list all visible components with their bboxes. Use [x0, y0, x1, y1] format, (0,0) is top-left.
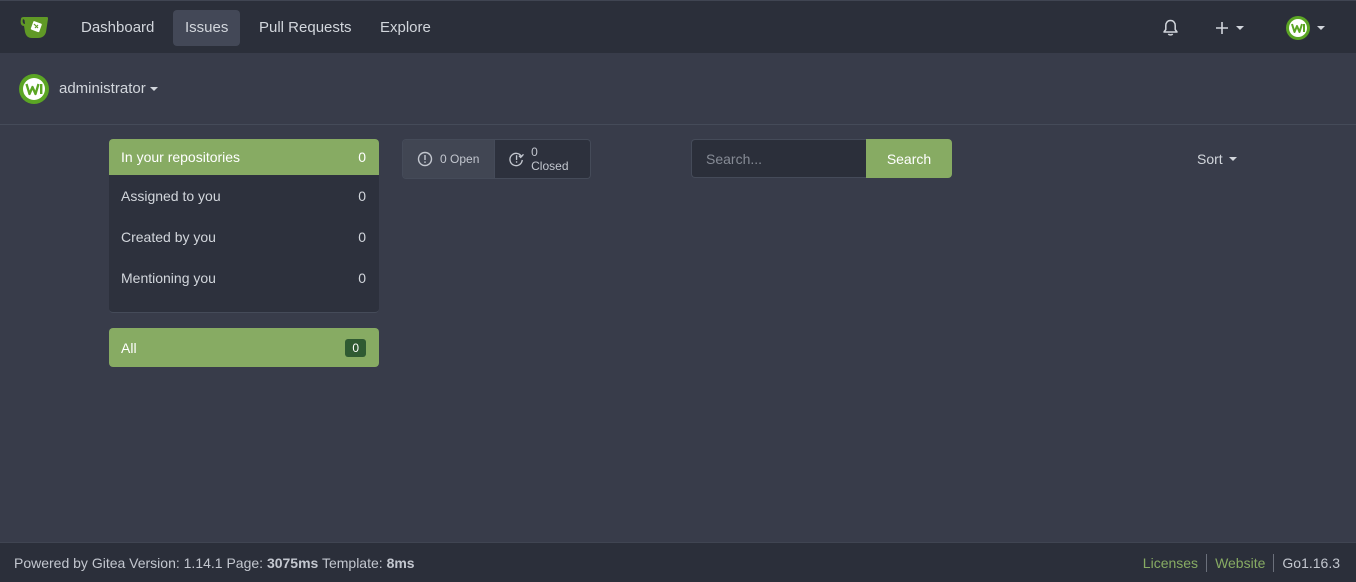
filter-label: In your repositories — [121, 149, 241, 165]
issue-closed-icon — [509, 152, 524, 167]
sort-label: Sort — [1197, 151, 1223, 167]
chevron-down-icon — [1236, 26, 1244, 30]
filter-label: Assigned to you — [121, 187, 221, 204]
open-issues-button[interactable]: 0 Open — [403, 140, 494, 178]
sort-dropdown[interactable]: Sort — [1197, 151, 1237, 167]
filter-count: 0 — [358, 269, 366, 286]
footer-version-info: Powered by Gitea Version: 1.14.1 Page: 3… — [14, 555, 415, 571]
nav-pull-requests[interactable]: Pull Requests — [247, 10, 364, 46]
footer-page-time: 3075ms — [266, 554, 319, 571]
gitea-logo-icon[interactable] — [20, 14, 50, 40]
create-new-menu[interactable] — [1215, 15, 1244, 41]
filter-count: 0 — [358, 187, 366, 204]
closed-issues-button[interactable]: 0 Closed — [494, 140, 590, 178]
filter-label: Created by you — [121, 228, 216, 245]
filter-label: All — [121, 339, 137, 356]
footer-powered-text: Powered by Gitea Version: 1.14.1 Page: — [14, 554, 267, 571]
footer-links: Licenses Website Go1.16.3 — [1143, 553, 1340, 572]
username-label: administrator — [59, 80, 146, 97]
chevron-down-icon — [1317, 26, 1325, 30]
issue-state-toggle: 0 Open 0 Closed — [402, 139, 591, 179]
context-user-bar: administrator — [0, 53, 1356, 125]
notifications-bell-icon[interactable] — [1162, 15, 1179, 41]
footer-template-text: Template: — [318, 554, 387, 571]
count-badge: 0 — [345, 338, 366, 357]
filter-all-repositories[interactable]: All 0 — [109, 328, 379, 367]
closed-count-label: 0 Closed — [531, 145, 569, 173]
filter-mentioning-you[interactable]: Mentioning you 0 — [109, 257, 379, 298]
top-navbar: Dashboard Issues Pull Requests Explore — [0, 0, 1356, 53]
nav-dashboard[interactable]: Dashboard — [69, 10, 166, 46]
search-button[interactable]: Search — [866, 139, 952, 178]
search-input[interactable] — [691, 139, 867, 178]
divider — [1206, 553, 1208, 572]
chevron-down-icon — [1228, 157, 1237, 161]
avatar — [1286, 16, 1310, 40]
context-user-switcher[interactable]: administrator — [59, 80, 158, 97]
divider — [1273, 553, 1275, 572]
filter-assigned-to-you[interactable]: Assigned to you 0 — [109, 175, 379, 216]
open-count-label: 0 Open — [440, 152, 480, 166]
website-link[interactable]: Website — [1215, 555, 1265, 571]
page-footer: Powered by Gitea Version: 1.14.1 Page: 3… — [0, 542, 1356, 582]
filter-count: 0 — [358, 228, 366, 245]
go-version-label: Go1.16.3 — [1282, 554, 1340, 571]
nav-explore[interactable]: Explore — [368, 10, 443, 46]
user-menu[interactable] — [1286, 15, 1325, 41]
footer-template-time: 8ms — [386, 554, 415, 571]
chevron-down-icon — [149, 86, 158, 91]
filter-label: Mentioning you — [121, 269, 216, 286]
filter-in-your-repositories[interactable]: In your repositories 0 — [109, 139, 379, 175]
filter-count: 0 — [358, 149, 366, 165]
nav-issues[interactable]: Issues — [173, 10, 241, 46]
issue-opened-icon — [417, 151, 433, 167]
plus-icon — [1216, 22, 1228, 34]
licenses-link[interactable]: Licenses — [1143, 555, 1198, 571]
issue-filter-menu: In your repositories 0 Assigned to you 0… — [109, 139, 379, 313]
avatar — [19, 74, 49, 104]
filter-created-by-you[interactable]: Created by you 0 — [109, 216, 379, 257]
